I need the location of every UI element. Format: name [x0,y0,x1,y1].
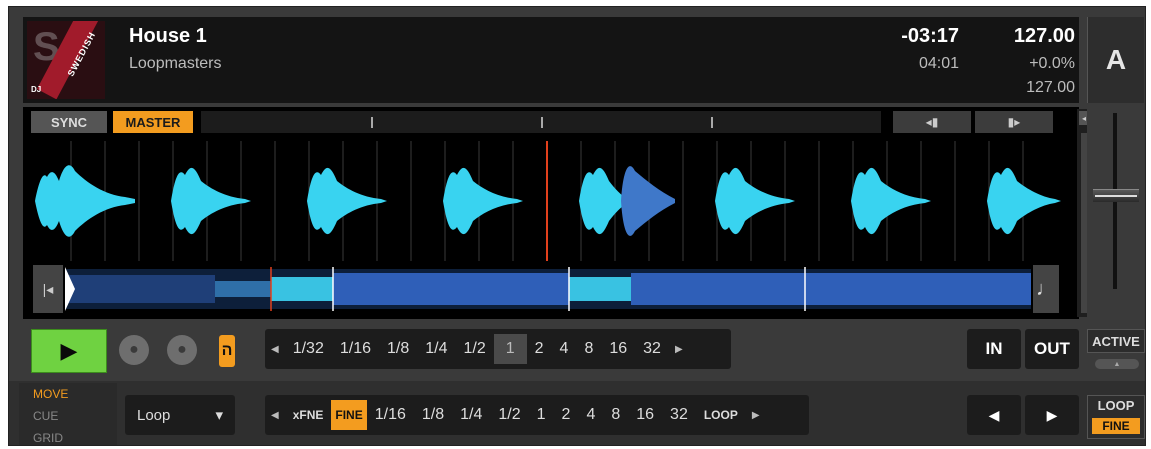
move-size-1-2[interactable]: 1/2 [490,400,528,430]
beatjump-4[interactable]: 4 [552,334,577,364]
move-size-16[interactable]: 16 [628,400,662,430]
move-size-4[interactable]: 4 [578,400,603,430]
tempo-fader-handle[interactable] [1093,189,1139,202]
advanced-panel-modes: MOVE CUE GRID [19,383,117,445]
play-button[interactable]: ▶ [31,329,107,373]
move-size-selector: ◀ xFNE FINE 1/16 1/8 1/4 1/2 1 2 4 8 16 … [265,395,809,435]
track-title: House 1 [129,25,207,47]
chevron-down-icon: ▾ [215,407,223,424]
move-mode-value: Loop [137,406,171,424]
beatjump-1[interactable]: 1 [493,334,527,364]
move-back-button[interactable]: ◀ [967,395,1021,435]
mode-cue-tab[interactable]: CUE [33,409,58,423]
beatjump-selector: ◀ 1/32 1/16 1/8 1/4 1/2 1 2 4 8 16 32 ▶ [265,329,731,369]
move-size-loop[interactable]: LOOP [696,400,746,430]
track-artist: Loopmasters [129,55,222,72]
move-row: MOVE CUE GRID Loop ▾ ◀ xFNE FINE 1/16 1/… [9,381,1145,445]
move-size-fine[interactable]: FINE [331,400,367,430]
beatjump-2[interactable]: 2 [527,334,552,364]
waveform-panel: SYNC MASTER ◂▮ ▮▸ |◂ ♩ ◂ [23,107,1091,319]
chevron-left-icon[interactable]: ◀ [265,410,285,421]
jump-to-start-button[interactable]: |◂ [33,265,63,313]
loop-fine-button[interactable]: LOOP FINE [1087,395,1145,439]
beatjump-32[interactable]: 32 [635,334,669,364]
nudge-back-button[interactable]: ◂▮ [893,111,971,133]
loop-active-button[interactable]: ACTIVE [1087,329,1145,353]
transport-row: ▶ ● ● ה ◀ 1/32 1/16 1/8 1/4 1/2 1 2 4 8 … [9,323,1145,375]
chevron-up-icon: ▲ [1095,359,1139,369]
master-button[interactable]: MASTER [113,111,193,133]
loop-label: LOOP [1097,398,1135,413]
move-size-xfine[interactable]: xFNE [285,400,332,430]
loop-in-button[interactable]: IN [967,329,1021,369]
time-elapsed: 04:01 [918,55,959,72]
loop-out-button[interactable]: OUT [1025,329,1079,369]
phase-meter [201,111,881,133]
chevron-right-icon[interactable]: ▶ [669,344,689,355]
beatjump-16[interactable]: 16 [601,334,635,364]
flux-button[interactable]: ה [219,335,235,367]
move-size-1-4[interactable]: 1/4 [452,400,490,430]
beatjump-1-16[interactable]: 1/16 [332,334,379,364]
beatgrid-icon[interactable]: ♩ [1033,265,1059,313]
move-mode-dropdown[interactable]: Loop ▾ [125,395,235,435]
move-size-1-16[interactable]: 1/16 [367,400,414,430]
deck-a: S SWEDISH DJ House 1 Loopmasters -03:17 … [8,6,1146,446]
mode-grid-tab[interactable]: GRID [33,431,63,445]
nudge-forward-button[interactable]: ▮▸ [975,111,1053,133]
beatjump-8[interactable]: 8 [576,334,601,364]
move-forward-button[interactable]: ▶ [1025,395,1079,435]
tempo-fader[interactable] [1087,107,1143,319]
sync-button[interactable]: SYNC [31,111,107,133]
beatjump-1-32[interactable]: 1/32 [285,334,332,364]
track-header: S SWEDISH DJ House 1 Loopmasters -03:17 … [23,17,1079,103]
move-size-8[interactable]: 8 [603,400,628,430]
move-size-1-8[interactable]: 1/8 [414,400,452,430]
track-overview[interactable]: |◂ ♩ [33,265,1059,313]
beatjump-1-4[interactable]: 1/4 [417,334,455,364]
deck-letter[interactable]: A [1087,17,1144,103]
cup-icon[interactable]: ● [167,335,197,365]
move-size-32[interactable]: 32 [662,400,696,430]
chevron-right-icon[interactable]: ▶ [746,410,766,421]
base-bpm: 127.00 [1026,79,1075,96]
mode-move-tab[interactable]: MOVE [33,387,68,401]
move-size-2[interactable]: 2 [554,400,579,430]
beatjump-1-8[interactable]: 1/8 [379,334,417,364]
stripe-waveform[interactable] [35,141,1061,261]
tempo-bpm: 127.00 [1013,25,1075,47]
pitch-percent: +0.0% [1029,55,1075,72]
cover-art: S SWEDISH DJ [27,21,105,99]
chevron-left-icon[interactable]: ◀ [265,344,285,355]
fine-label: FINE [1092,418,1140,434]
cue-icon[interactable]: ● [119,335,149,365]
beatjump-1-2[interactable]: 1/2 [455,334,493,364]
move-size-1[interactable]: 1 [529,400,554,430]
time-remaining: -03:17 [901,25,959,47]
